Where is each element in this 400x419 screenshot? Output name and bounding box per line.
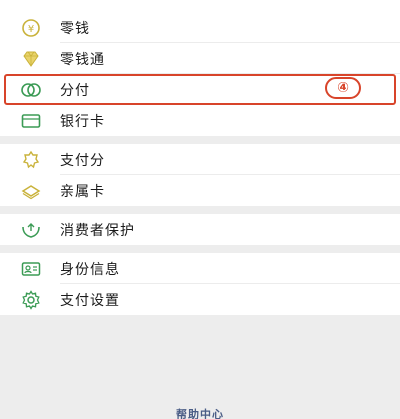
menu-item-consumer-protection[interactable]: 消费者保护 (0, 214, 400, 245)
top-spacer (0, 0, 400, 12)
menu-item-change-plus[interactable]: 零钱通 (0, 43, 400, 74)
menu-group-protection: 消费者保护 (0, 214, 400, 245)
menu-item-label: 零钱 (60, 20, 90, 37)
family-card-icon (20, 180, 42, 202)
card-icon (20, 110, 42, 132)
step-number-badge: ④ (325, 77, 361, 99)
help-center-link[interactable]: 帮助中心 (0, 406, 400, 419)
diamond-icon (20, 48, 42, 70)
menu-item-identity[interactable]: 身份信息 (0, 253, 400, 284)
menu-item-label: 支付设置 (60, 292, 120, 309)
menu-item-label: 亲属卡 (60, 183, 105, 200)
menu-item-label: 消费者保护 (60, 222, 135, 239)
shield-hands-icon (20, 219, 42, 241)
menu-item-change[interactable]: ¥ 零钱 (0, 12, 400, 43)
menu-group-settings: 身份信息 支付设置 (0, 253, 400, 315)
menu-item-label: 分付 (60, 82, 90, 99)
menu-item-pay-settings[interactable]: 支付设置 (0, 284, 400, 315)
menu-group-credit: 支付分 亲属卡 (0, 144, 400, 206)
menu-item-fenfu[interactable]: 分付 ④ (4, 74, 396, 105)
svg-text:¥: ¥ (28, 24, 34, 35)
menu-item-family-card[interactable]: 亲属卡 (0, 175, 400, 206)
gear-icon (20, 289, 42, 311)
menu-item-label: 零钱通 (60, 51, 105, 68)
coin-icon: ¥ (20, 17, 42, 39)
menu-item-bank-card[interactable]: 银行卡 (0, 105, 400, 136)
id-card-icon (20, 258, 42, 280)
menu-item-label: 支付分 (60, 152, 105, 169)
menu-item-pay-score[interactable]: 支付分 (0, 144, 400, 175)
wallet-menu-screen: ¥ 零钱 零钱通 分付 ④ 银行卡 支付分 亲属卡 消费者保护 身份信息 支付设… (0, 0, 400, 419)
menu-item-label: 银行卡 (60, 113, 105, 130)
menu-group-funds: ¥ 零钱 零钱通 分付 ④ 银行卡 (0, 12, 400, 136)
menu-item-label: 身份信息 (60, 261, 120, 278)
ring-icon (20, 79, 42, 101)
badge-icon (20, 149, 42, 171)
